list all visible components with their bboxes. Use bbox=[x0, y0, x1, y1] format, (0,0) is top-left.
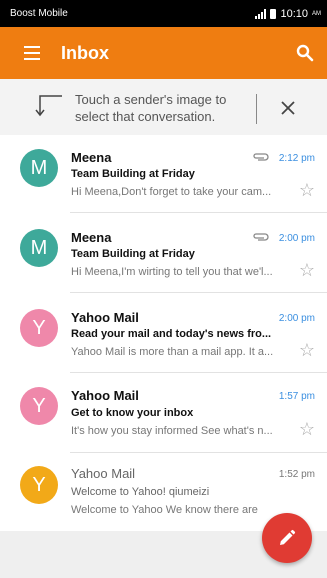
star-icon[interactable]: ☆ bbox=[299, 261, 315, 279]
app-bar: Inbox bbox=[0, 27, 327, 79]
sender-name: Meena bbox=[71, 150, 112, 165]
subject: Read your mail and today's news fro... bbox=[71, 328, 272, 340]
tip-text: Touch a sender's image to select that co… bbox=[75, 92, 227, 124]
preview: Yahoo Mail is more than a mail app. It a… bbox=[71, 346, 274, 358]
search-icon[interactable] bbox=[296, 44, 314, 62]
preview: Welcome to Yahoo We know there are bbox=[71, 504, 258, 516]
avatar[interactable]: M bbox=[20, 149, 58, 187]
timestamp: 2:00 pm bbox=[278, 233, 315, 244]
timestamp: 1:52 pm bbox=[278, 469, 315, 480]
avatar[interactable]: Y bbox=[20, 309, 58, 347]
divider bbox=[70, 292, 327, 293]
subject: Team Building at Friday bbox=[71, 248, 195, 260]
divider bbox=[70, 372, 327, 373]
arrow-down-left-icon bbox=[35, 95, 62, 117]
avatar[interactable]: Y bbox=[20, 387, 58, 425]
subject: Welcome to Yahoo! qiumeizi bbox=[71, 486, 210, 498]
preview: It's how you stay informed See what's n.… bbox=[71, 425, 273, 437]
preview: Hi Meena,I'm wirting to tell you that we… bbox=[71, 266, 273, 278]
star-icon[interactable]: ☆ bbox=[299, 341, 315, 359]
sender-name: Yahoo Mail bbox=[71, 388, 139, 403]
list-item[interactable]: M Meena Team Building at Friday Hi Meena… bbox=[0, 215, 327, 293]
avatar[interactable]: M bbox=[20, 229, 58, 267]
timestamp: 2:12 pm bbox=[278, 153, 315, 164]
close-icon[interactable] bbox=[279, 99, 297, 117]
star-icon[interactable]: ☆ bbox=[299, 181, 315, 199]
list-item[interactable]: Y Yahoo Mail Read your mail and today's … bbox=[0, 295, 327, 373]
signal-icon bbox=[255, 8, 267, 19]
star-icon[interactable]: ☆ bbox=[299, 420, 315, 438]
menu-icon[interactable] bbox=[24, 46, 40, 60]
status-ampm: AM bbox=[312, 10, 321, 17]
list-item[interactable]: Y Yahoo Mail Get to know your inbox It's… bbox=[0, 375, 327, 453]
subject: Team Building at Friday bbox=[71, 168, 195, 180]
sender-name: Yahoo Mail bbox=[71, 310, 139, 325]
page-title: Inbox bbox=[61, 43, 109, 63]
status-icons: 10:10 AM bbox=[255, 8, 321, 20]
attachment-icon bbox=[253, 153, 269, 161]
attachment-icon bbox=[253, 233, 269, 241]
avatar[interactable]: Y bbox=[20, 466, 58, 504]
sender-name: Meena bbox=[71, 230, 112, 245]
preview: Hi Meena,Don't forget to take your cam..… bbox=[71, 186, 272, 198]
tip-divider bbox=[256, 94, 257, 124]
carrier-label: Boost Mobile bbox=[10, 8, 68, 19]
compose-button[interactable] bbox=[262, 513, 312, 563]
list-item[interactable]: M Meena Team Building at Friday Hi Meena… bbox=[0, 135, 327, 213]
timestamp: 1:57 pm bbox=[278, 391, 315, 402]
battery-icon bbox=[270, 8, 277, 19]
status-bar: Boost Mobile 10:10 AM bbox=[0, 0, 327, 27]
pencil-icon bbox=[280, 529, 296, 545]
sender-name: Yahoo Mail bbox=[71, 466, 136, 481]
status-time: 10:10 bbox=[280, 7, 308, 20]
divider bbox=[70, 212, 327, 213]
subject: Get to know your inbox bbox=[71, 407, 194, 419]
timestamp: 2:00 pm bbox=[278, 313, 315, 324]
